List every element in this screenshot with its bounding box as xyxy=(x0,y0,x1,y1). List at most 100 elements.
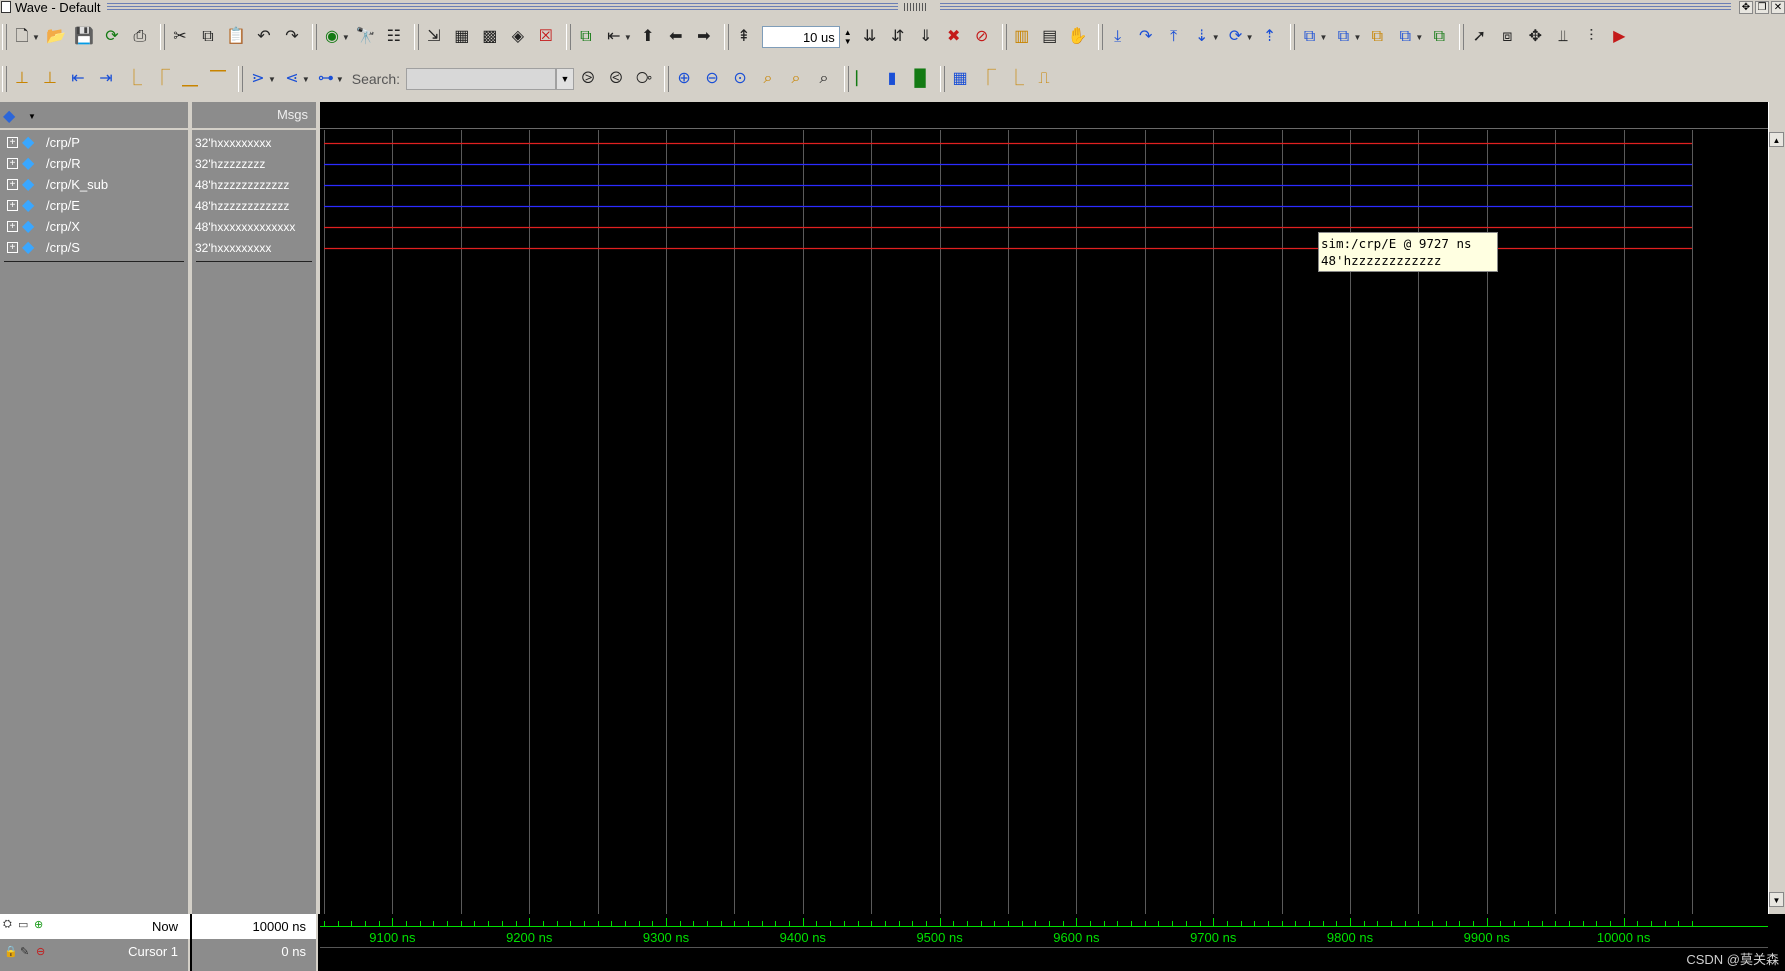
zoom-mode-icon[interactable]: ⧈ xyxy=(1496,26,1518,48)
signal-name[interactable]: /crp/K_sub xyxy=(46,177,108,192)
prev-edge-icon[interactable]: ⇤ xyxy=(67,68,89,90)
search-input[interactable] xyxy=(406,68,557,90)
value-row[interactable]: 48'hzzzzzzzzzzzz xyxy=(192,174,316,195)
title-drag-grip[interactable] xyxy=(903,3,928,11)
screen-icon[interactable]: ▭ xyxy=(18,918,28,931)
pulse-wave-icon[interactable]: ⎍ xyxy=(1033,68,1055,90)
layout-icon[interactable]: ⧉ xyxy=(575,26,597,48)
chevron-down-icon[interactable]: ▼ xyxy=(302,75,310,84)
value-row[interactable]: 32'hzzzzzzzz xyxy=(192,153,316,174)
arrow-left-icon[interactable]: ⬅ xyxy=(665,26,687,48)
find-signal-icon[interactable]: ⊶ xyxy=(315,68,337,90)
zoom-out-icon[interactable]: ⊖ xyxy=(701,68,723,90)
break-run-icon[interactable]: ✖ xyxy=(943,26,965,48)
step-over-dropdown-icon[interactable]: ⟳ xyxy=(1225,26,1247,48)
record-icon[interactable]: ▶ xyxy=(1608,26,1630,48)
open-folder-icon[interactable]: 📂 xyxy=(45,26,67,48)
step-into-icon[interactable]: ⤓ xyxy=(1107,26,1129,48)
memory-icon[interactable]: ▤ xyxy=(1039,26,1061,48)
zoom-between-cursors-icon[interactable]: ⌕ xyxy=(785,68,807,90)
zoom-cursor-icon[interactable]: ⛭ xyxy=(3,918,12,931)
value-row[interactable]: 48'hxxxxxxxxxxxxx xyxy=(192,216,316,237)
prev-transition-icon[interactable]: ⎽ xyxy=(179,68,201,90)
delete-cursor-icon[interactable]: ⊖ xyxy=(36,945,45,958)
step-out-icon[interactable]: ⤒ xyxy=(1163,26,1185,48)
dataflow-icon[interactable]: ⧉ xyxy=(1299,26,1321,48)
wave-edit-icon[interactable]: ⫶ xyxy=(1580,26,1602,48)
hand-icon[interactable]: ✋ xyxy=(1067,26,1089,48)
search-backward-icon[interactable]: ⧀ xyxy=(605,68,627,90)
help-icon[interactable]: ◉ xyxy=(321,26,343,48)
run-length-value[interactable]: 10 us xyxy=(803,30,835,45)
chevron-down-icon[interactable]: ▼ xyxy=(1212,33,1220,42)
grid-icon[interactable]: ▦ xyxy=(949,68,971,90)
break-icon[interactable]: ◈ xyxy=(507,26,529,48)
arrow-right-icon[interactable]: ➡ xyxy=(693,26,715,48)
step-wave-icon[interactable]: ⎾ xyxy=(977,68,999,90)
chevron-down-icon[interactable]: ▼ xyxy=(1246,33,1254,42)
delete-cursor-icon[interactable]: ⊥ xyxy=(39,68,61,90)
copy-icon[interactable]: ⧉ xyxy=(197,26,219,48)
waveform-mode-icon[interactable]: ⎸ xyxy=(853,68,875,90)
signal-name[interactable]: /crp/E xyxy=(46,198,80,213)
waveform-full-icon[interactable]: █ xyxy=(909,68,931,90)
zoom-in-icon[interactable]: ⊕ xyxy=(673,68,695,90)
compile-all-icon[interactable]: ▦ xyxy=(451,26,473,48)
chevron-down-icon[interactable]: ▼ xyxy=(336,75,344,84)
pan-mode-icon[interactable]: ✥ xyxy=(1524,26,1546,48)
chevron-down-icon[interactable]: ▼ xyxy=(624,33,632,42)
signal-name[interactable]: /crp/R xyxy=(46,156,81,171)
expand-plus-icon[interactable]: + xyxy=(7,158,18,169)
signal-row[interactable]: + ◆ /crp/E xyxy=(0,195,188,216)
simulate-icon[interactable]: ▩ xyxy=(479,26,501,48)
zoom-cursor-icon[interactable]: ⌕ xyxy=(757,68,779,90)
undock-button[interactable]: ✥ xyxy=(1739,0,1753,14)
select-pointer-icon[interactable]: ➚ xyxy=(1468,26,1490,48)
find-options-icon[interactable]: ☷ xyxy=(383,26,405,48)
trace-icon[interactable]: ⧉ xyxy=(1366,26,1388,48)
zoom-region-icon[interactable]: ⌕ xyxy=(813,68,835,90)
chevron-down-icon[interactable]: ▼ xyxy=(342,33,350,42)
pencil-icon[interactable]: ✎ xyxy=(20,945,29,958)
reload-icon[interactable]: ⟳ xyxy=(101,26,123,48)
redo-icon[interactable]: ↷ xyxy=(281,26,303,48)
run-all-icon[interactable]: ⇓ xyxy=(915,26,937,48)
trace-dropdown-icon[interactable]: ⧉ xyxy=(1394,26,1416,48)
next-transition-icon[interactable]: ⎺ xyxy=(207,68,229,90)
value-row[interactable]: 32'hxxxxxxxxx xyxy=(192,132,316,153)
signal-row[interactable]: + ◆ /crp/S xyxy=(0,237,188,258)
run-icon[interactable]: ⇊ xyxy=(859,26,881,48)
expand-plus-icon[interactable]: + xyxy=(7,200,18,211)
signal-row[interactable]: + ◆ /crp/X xyxy=(0,216,188,237)
step-over-icon[interactable]: ↷ xyxy=(1135,26,1157,48)
next-edge-icon[interactable]: ⇥ xyxy=(95,68,117,90)
lock-icon[interactable]: 🔒 xyxy=(4,945,18,958)
run-length-stepper-icon[interactable]: ▲ ▼ xyxy=(844,28,852,46)
paste-icon[interactable]: 📋 xyxy=(225,26,247,48)
expand-icon[interactable]: ⋗ xyxy=(247,68,269,90)
restart-icon[interactable]: ⇞ xyxy=(733,26,755,48)
chevron-down-icon[interactable]: ▼ xyxy=(28,112,36,121)
save-icon[interactable]: 💾 xyxy=(73,26,95,48)
scroll-down-icon[interactable]: ▼ xyxy=(1769,892,1784,907)
cut-icon[interactable]: ✂ xyxy=(169,26,191,48)
signal-name[interactable]: /crp/S xyxy=(46,240,80,255)
chevron-down-icon[interactable]: ▼ xyxy=(1415,33,1423,42)
zoom-full-icon[interactable]: ⊙ xyxy=(729,68,751,90)
search-options-icon[interactable]: ⧂ xyxy=(633,68,655,90)
cursor-label[interactable]: Cursor 1 xyxy=(128,944,178,959)
value-row[interactable]: 48'hzzzzzzzzzzzz xyxy=(192,195,316,216)
add-cursor-icon[interactable]: ⊕ xyxy=(34,918,43,931)
signal-row[interactable]: + ◆ /crp/K_sub xyxy=(0,174,188,195)
collapse-icon[interactable]: ⋖ xyxy=(281,68,303,90)
waveform-fill-icon[interactable]: ▮ xyxy=(881,68,903,90)
arrow-up-icon[interactable]: ⬆ xyxy=(637,26,659,48)
time-axis[interactable]: 9100 ns 9200 ns 9300 ns 9400 ns 9500 ns 9600 … xyxy=(320,914,1768,971)
expand-plus-icon[interactable]: + xyxy=(7,137,18,148)
end-simulation-icon[interactable]: ☒ xyxy=(535,26,557,48)
expand-plus-icon[interactable]: + xyxy=(7,242,18,253)
signal-name[interactable]: /crp/P xyxy=(46,135,80,150)
search-forward-icon[interactable]: ⧁ xyxy=(577,68,599,90)
signal-row[interactable]: + ◆ /crp/P xyxy=(0,132,188,153)
undo-icon[interactable]: ↶ xyxy=(253,26,275,48)
